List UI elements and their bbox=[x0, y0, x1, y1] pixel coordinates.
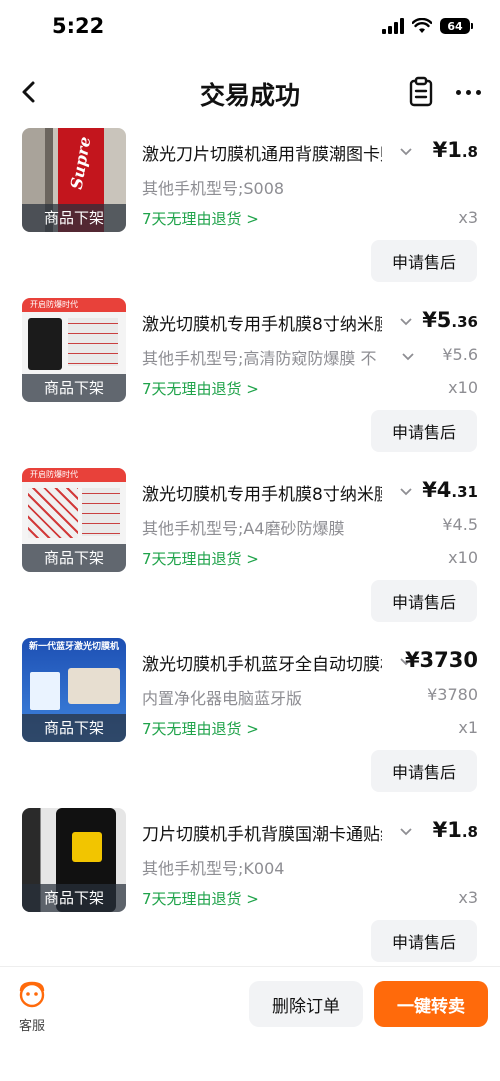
thumb-label: 商品下架 bbox=[22, 204, 126, 232]
after-sale-button[interactable]: 申请售后 bbox=[371, 750, 477, 792]
quantity: x3 bbox=[458, 888, 478, 907]
order-item[interactable]: 新一代蓝牙激光切膜机 商品下架 激光切膜机手机蓝牙全自动切膜机 ¥3730 内置… bbox=[0, 638, 500, 808]
price: ¥3730 bbox=[405, 648, 478, 672]
product-title[interactable]: 激光刀片切膜机通用背膜潮图卡贴 bbox=[142, 140, 382, 165]
signal-icon bbox=[382, 18, 404, 34]
product-spec: 其他手机型号;A4磨砂防爆膜 bbox=[142, 519, 345, 538]
customer-service-icon bbox=[19, 981, 45, 1008]
chevron-down-icon[interactable] bbox=[398, 313, 414, 329]
price-int: ¥5 bbox=[422, 308, 452, 332]
original-price: ¥3780 bbox=[427, 685, 478, 704]
more-dot bbox=[475, 89, 481, 95]
battery-level: 64 bbox=[447, 19, 463, 33]
after-sale-button[interactable]: 申请售后 bbox=[371, 410, 477, 452]
price: ¥1.8 bbox=[433, 138, 478, 162]
more-dot bbox=[455, 89, 461, 95]
battery-icon: 64 bbox=[440, 18, 473, 34]
price-int: ¥4 bbox=[422, 478, 452, 502]
quantity: x1 bbox=[458, 718, 478, 737]
status-icons: 64 bbox=[382, 18, 473, 34]
refund-policy-link[interactable]: 7天无理由退货 > bbox=[142, 548, 259, 569]
product-thumbnail[interactable]: 新一代蓝牙激光切膜机 商品下架 bbox=[22, 638, 126, 742]
order-item[interactable]: 商品下架 刀片切膜机手机背膜国潮卡通贴纸 ¥1.8 其他手机型号;K004 7天… bbox=[0, 808, 500, 978]
chevron-down-icon[interactable] bbox=[398, 483, 414, 499]
product-thumbnail[interactable]: Supre 商品下架 bbox=[22, 128, 126, 232]
product-title[interactable]: 激光切膜机专用手机膜8寸纳米膜 bbox=[142, 480, 382, 505]
more-button[interactable] bbox=[450, 76, 486, 108]
price-int: ¥1 bbox=[432, 818, 462, 842]
refund-policy-link[interactable]: 7天无理由退货 > bbox=[142, 718, 259, 739]
price: ¥4.31 bbox=[422, 478, 478, 502]
delete-order-button[interactable]: 删除订单 bbox=[249, 981, 363, 1027]
quantity: x10 bbox=[448, 378, 478, 397]
after-sale-button[interactable]: 申请售后 bbox=[371, 240, 477, 282]
price: ¥1.8 bbox=[433, 818, 478, 842]
nav-bar: 交易成功 bbox=[0, 66, 500, 118]
thumb-label: 商品下架 bbox=[22, 714, 126, 742]
refund-policy-link[interactable]: 7天无理由退货 > bbox=[142, 378, 259, 399]
order-item[interactable]: 开启防爆时代 商品下架 激光切膜机专用手机膜8寸纳米膜 ¥5.36 其他手机型号… bbox=[0, 298, 500, 468]
product-spec: 其他手机型号;高清防窥防爆膜 不 bbox=[142, 349, 377, 368]
thumb-label: 商品下架 bbox=[22, 884, 126, 912]
thumb-banner: 开启防爆时代 bbox=[22, 298, 126, 312]
quantity: x10 bbox=[448, 548, 478, 567]
chevron-down-icon[interactable] bbox=[398, 143, 414, 159]
after-sale-button[interactable]: 申请售后 bbox=[371, 920, 477, 962]
price-int: ¥1 bbox=[432, 138, 462, 162]
refund-policy-link[interactable]: 7天无理由退货 > bbox=[142, 888, 259, 909]
customer-service-label: 客服 bbox=[18, 1019, 45, 1034]
after-sale-button[interactable]: 申请售后 bbox=[371, 580, 477, 622]
bottom-action-bar: 客服 删除订单 一键转卖 bbox=[0, 966, 500, 1081]
order-item[interactable]: Supre 商品下架 激光刀片切膜机通用背膜潮图卡贴 ¥1.8 其他手机型号;S… bbox=[0, 128, 500, 298]
chevron-down-icon[interactable] bbox=[400, 348, 416, 364]
thumb-banner: 新一代蓝牙激光切膜机 bbox=[28, 642, 119, 652]
clipboard-button[interactable] bbox=[406, 76, 436, 108]
price: ¥5.36 bbox=[422, 308, 478, 332]
price-dec: .31 bbox=[451, 483, 478, 501]
product-spec: 内置净化器电脑蓝牙版 bbox=[142, 689, 303, 708]
product-thumbnail[interactable]: 商品下架 bbox=[22, 808, 126, 912]
product-spec: 其他手机型号;K004 bbox=[142, 859, 285, 878]
refund-policy-link[interactable]: 7天无理由退货 > bbox=[142, 208, 259, 229]
product-title[interactable]: 激光切膜机专用手机膜8寸纳米膜 bbox=[142, 310, 382, 335]
more-dot bbox=[465, 89, 471, 95]
status-bar: 5:22 64 bbox=[0, 0, 500, 58]
product-title[interactable]: 刀片切膜机手机背膜国潮卡通贴纸 bbox=[142, 820, 382, 845]
thumb-label: 商品下架 bbox=[22, 544, 126, 572]
product-spec: 其他手机型号;S008 bbox=[142, 179, 285, 198]
chevron-down-icon[interactable] bbox=[398, 823, 414, 839]
status-time: 5:22 bbox=[52, 14, 105, 38]
thumb-banner: 开启防爆时代 bbox=[22, 468, 126, 482]
customer-service-button[interactable]: 客服 bbox=[14, 981, 50, 1034]
product-thumbnail[interactable]: 开启防爆时代 商品下架 bbox=[22, 468, 126, 572]
order-item[interactable]: 开启防爆时代 商品下架 激光切膜机专用手机膜8寸纳米膜 ¥4.31 其他手机型号… bbox=[0, 468, 500, 638]
product-thumbnail[interactable]: 开启防爆时代 商品下架 bbox=[22, 298, 126, 402]
price-dec: .36 bbox=[451, 313, 478, 331]
original-price: ¥4.5 bbox=[442, 515, 478, 534]
thumb-label: 商品下架 bbox=[22, 374, 126, 402]
product-title[interactable]: 激光切膜机手机蓝牙全自动切膜机 bbox=[142, 650, 382, 675]
price-dec: .8 bbox=[461, 823, 478, 841]
quantity: x3 bbox=[458, 208, 478, 227]
wifi-icon bbox=[412, 18, 432, 33]
price-int: ¥3730 bbox=[404, 648, 478, 672]
clipboard-icon bbox=[409, 76, 433, 107]
original-price: ¥5.6 bbox=[442, 345, 478, 364]
resell-button[interactable]: 一键转卖 bbox=[374, 981, 488, 1027]
price-dec: .8 bbox=[461, 143, 478, 161]
